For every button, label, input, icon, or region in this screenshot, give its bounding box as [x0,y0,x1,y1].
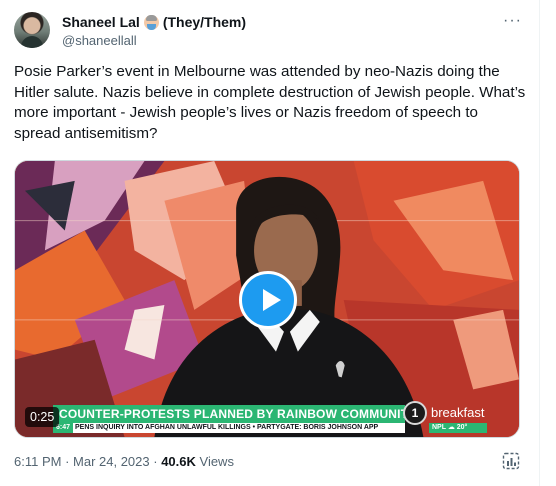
tweet-meta: 6:11 PM · Mar 24, 2023 · 40.6K Views [14,454,234,470]
channel-logo: 1 [403,401,427,425]
tweet-time[interactable]: 6:11 PM [14,454,61,469]
news-ticker: 6:47 PENS INQUIRY INTO AFGHAN UNLAWFUL KI… [53,423,405,433]
tweet-card[interactable]: Shaneel Lal (They/Them) @shaneellall ···… [0,0,540,486]
views-count: 40.6K [161,454,196,469]
show-brand: breakfast [431,405,485,420]
tweet-text: Posie Parker’s event in Melbourne was at… [14,63,526,142]
news-banner: COUNTER-PROTESTS PLANNED BY RAINBOW COMM… [53,405,405,423]
author-pronouns: (They/Them) [162,14,247,30]
video-player[interactable]: COUNTER-PROTESTS PLANNED BY RAINBOW COMM… [14,160,520,438]
ticker-text: PENS INQUIRY INTO AFGHAN UNLAWFUL KILLIN… [75,424,379,431]
play-icon[interactable] [239,271,297,329]
author-handle[interactable]: @shaneellall [62,32,246,50]
author-display-name[interactable]: Shaneel Lal [62,13,140,31]
weather-tag: NPL ☁ 20° [429,423,487,433]
tweet-header: Shaneel Lal (They/Them) @shaneellall ··· [14,12,526,52]
author-name-row[interactable]: Shaneel Lal (They/Them) [62,13,246,31]
author-block: Shaneel Lal (They/Them) @shaneellall [62,13,246,50]
analytics-icon[interactable] [502,452,520,470]
meta-separator: · [61,454,74,469]
person-emoji-icon [143,14,159,30]
meta-separator: · [149,454,162,469]
avatar[interactable] [14,12,50,48]
views-label: Views [195,454,234,469]
tweet-date[interactable]: Mar 24, 2023 [73,454,150,469]
more-options-icon[interactable]: ··· [503,12,522,30]
video-duration: 0:25 [25,407,60,427]
